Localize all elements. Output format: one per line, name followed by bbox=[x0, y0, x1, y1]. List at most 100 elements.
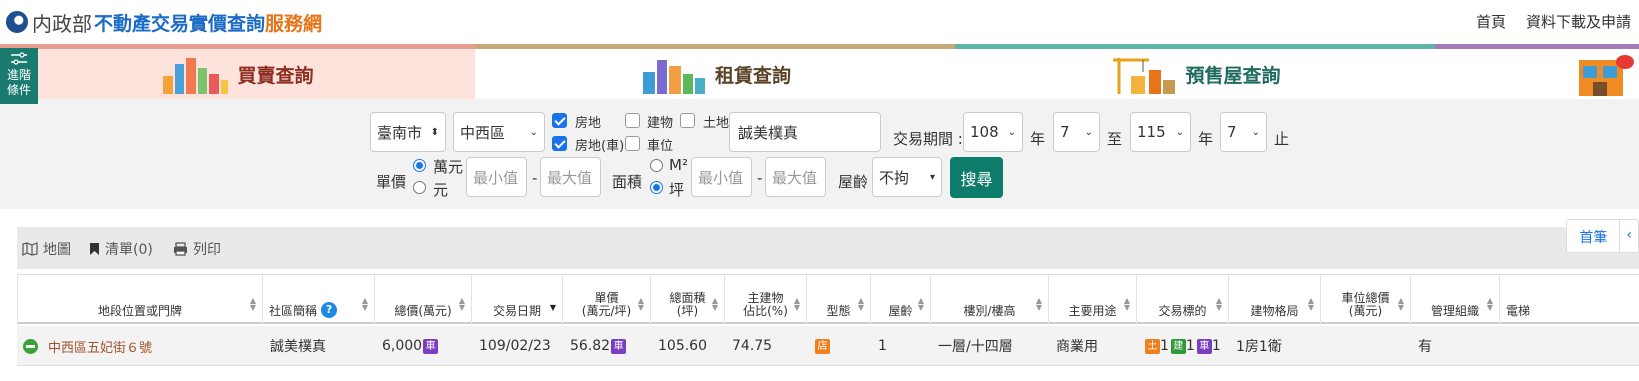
area-min-input[interactable]: 最小值 bbox=[691, 157, 752, 197]
top-nav: 首頁 資料下載及申請 bbox=[1476, 11, 1631, 32]
start-month-select[interactable]: 7 ⌄ bbox=[1053, 112, 1100, 152]
until-label: 止 bbox=[1274, 130, 1290, 148]
table-row[interactable]: 中西區五妃街６號 誠美樸真 6,000 車 109/02/23 56.82 車 10… bbox=[17, 326, 1639, 366]
sort-icon: ▲ ▼ bbox=[1307, 296, 1314, 312]
label-ten-thousand: 萬元 bbox=[433, 158, 464, 176]
col-community[interactable]: 社區簡稱? ▲ ▼ bbox=[262, 275, 374, 325]
checkbox-house-land-car[interactable] bbox=[552, 136, 567, 151]
col-area[interactable]: 總面積 (坪) ▲ ▼ bbox=[650, 275, 724, 325]
col-layout[interactable]: 建物格局 ▲ ▼ bbox=[1228, 275, 1320, 325]
checkbox-parking[interactable] bbox=[625, 136, 640, 151]
area-max-input[interactable]: 最大值 bbox=[765, 157, 826, 197]
map-label: 地圖 bbox=[43, 242, 71, 258]
bookmark-icon bbox=[90, 243, 99, 255]
price-min-placeholder: 最小值 bbox=[473, 168, 519, 187]
checkbox-house-land[interactable] bbox=[552, 113, 567, 128]
col-target[interactable]: 交易標的 ▲ ▼ bbox=[1136, 275, 1228, 325]
age-label: 屋齡 bbox=[838, 173, 869, 191]
sort-icon: ▲ ▼ bbox=[793, 296, 800, 312]
chevron-down-icon: ⌄ bbox=[1084, 126, 1093, 138]
radio-ping[interactable] bbox=[650, 181, 663, 194]
start-month-value: 7 bbox=[1060, 123, 1070, 141]
price-range-dash: - bbox=[532, 169, 538, 187]
checkbox-land[interactable] bbox=[680, 113, 695, 128]
city-buildings-icon bbox=[163, 58, 229, 94]
cell-address[interactable]: 中西區五妃街６號 bbox=[17, 326, 262, 366]
area-max-placeholder: 最大值 bbox=[772, 168, 818, 187]
site-logo[interactable]: 内政部 不動產交易實價查詢 服務網 bbox=[6, 8, 322, 36]
pager: 首筆 ‹ bbox=[1566, 219, 1639, 253]
radio-ten-thousand[interactable] bbox=[413, 159, 426, 172]
start-year-select[interactable]: 108 ⌄ bbox=[963, 112, 1023, 152]
col-date[interactable]: 交易日期 ▼ bbox=[471, 275, 562, 325]
checkbox-building[interactable] bbox=[625, 113, 640, 128]
sort-icon: ▲ ▼ bbox=[1397, 296, 1404, 312]
advanced-filter-button[interactable]: 進階 條件 bbox=[0, 48, 38, 104]
cell-main-ratio: 74.75 bbox=[732, 338, 773, 354]
city-select[interactable]: 臺南市 ⬍ bbox=[370, 112, 446, 152]
price-max-input[interactable]: 最大值 bbox=[540, 157, 601, 197]
advanced-label-line1: 進階 bbox=[6, 68, 31, 82]
end-year-value: 115 bbox=[1137, 123, 1166, 141]
sort-icon: ▲ ▼ bbox=[917, 296, 924, 312]
district-select[interactable]: 中西區 ⌄ bbox=[453, 112, 545, 152]
price-min-input[interactable]: 最小值 bbox=[466, 157, 527, 197]
col-type[interactable]: 型態 ▲ ▼ bbox=[806, 275, 870, 325]
result-toolbar: 地圖 清單(0) 列印 首筆 ‹ bbox=[17, 219, 1639, 269]
nav-home-link[interactable]: 首頁 bbox=[1476, 11, 1506, 32]
query-tabs: 買賣查詢 租賃查詢 預售屋查詢 bbox=[0, 44, 1639, 99]
col-address[interactable]: 地段位置或門牌 ▲ ▼ bbox=[17, 275, 262, 325]
chevron-down-icon: ⌄ bbox=[1175, 126, 1184, 138]
radio-square-meter[interactable] bbox=[650, 159, 663, 172]
radio-yuan[interactable] bbox=[413, 181, 426, 194]
car-badge-icon: 車 bbox=[423, 338, 439, 354]
sliders-icon bbox=[11, 52, 27, 65]
car-badge-icon: 車 bbox=[611, 338, 627, 354]
age-select[interactable]: 不拘 ▾ bbox=[872, 157, 942, 197]
end-year-select[interactable]: 115 ⌄ bbox=[1130, 112, 1191, 152]
label-house-land: 房地 bbox=[575, 116, 602, 131]
sort-icon: ▲ ▼ bbox=[1035, 296, 1042, 312]
shop-badge-icon: 店 bbox=[815, 338, 830, 354]
chevron-down-icon: ⌄ bbox=[1007, 126, 1016, 138]
sort-icon: ▲ ▼ bbox=[1215, 296, 1222, 312]
cell-age: 1 bbox=[878, 338, 887, 354]
nav-download-link[interactable]: 資料下載及申請 bbox=[1526, 11, 1631, 32]
col-usage[interactable]: 主要用途 ▲ ▼ bbox=[1048, 275, 1136, 325]
cell-usage: 商業用 bbox=[1056, 339, 1098, 355]
tab-rent-query[interactable]: 租賃查詢 bbox=[475, 44, 955, 99]
collapse-icon[interactable] bbox=[23, 338, 38, 354]
tab-sale-query[interactable]: 買賣查詢 bbox=[0, 44, 475, 99]
district-value: 中西區 bbox=[460, 123, 506, 142]
col-parking-price[interactable]: 車位總價 (萬元) ▲ ▼ bbox=[1320, 275, 1410, 325]
building-badge-icon: 建 bbox=[1170, 338, 1186, 354]
tab-more[interactable] bbox=[1435, 44, 1639, 99]
end-year-unit: 年 bbox=[1198, 130, 1214, 148]
pager-first-button[interactable]: 首筆 bbox=[1567, 220, 1621, 252]
caret-down-icon: ▾ bbox=[929, 171, 935, 183]
col-management[interactable]: 管理組織 ▲ ▼ bbox=[1410, 275, 1499, 325]
label-building: 建物 bbox=[647, 116, 674, 131]
col-elevator[interactable]: 電梯 bbox=[1499, 275, 1639, 325]
map-button[interactable]: 地圖 bbox=[22, 239, 71, 259]
cell-total-price: 6,000 車 bbox=[374, 326, 471, 366]
col-floor[interactable]: 樓別/樓高 ▲ ▼ bbox=[930, 275, 1048, 325]
end-month-select[interactable]: 7 ⌄ bbox=[1220, 112, 1267, 152]
col-main-ratio[interactable]: 主建物 佔比(%) ▲ ▼ bbox=[724, 275, 806, 325]
tab-sale-label: 買賣查詢 bbox=[237, 64, 314, 87]
label-ping: 坪 bbox=[669, 181, 685, 199]
to-label: 至 bbox=[1107, 130, 1123, 148]
print-button[interactable]: 列印 bbox=[173, 239, 221, 259]
help-icon[interactable]: ? bbox=[321, 302, 338, 318]
tab-presale-query[interactable]: 預售屋查詢 bbox=[955, 44, 1435, 99]
pager-prev-button[interactable]: ‹ bbox=[1620, 220, 1638, 252]
list-button[interactable]: 清單(0) bbox=[89, 239, 153, 259]
col-total-price[interactable]: 總價(萬元) ▲ ▼ bbox=[374, 275, 471, 325]
keyword-input[interactable]: 誠美樸真 bbox=[729, 112, 881, 152]
label-house-land-car: 房地(車) bbox=[575, 139, 625, 154]
price-max-placeholder: 最大值 bbox=[547, 168, 593, 187]
col-age[interactable]: 屋齡 ▲ ▼ bbox=[870, 275, 930, 325]
search-button[interactable]: 搜尋 bbox=[950, 157, 1003, 198]
col-unit-price[interactable]: 單價 (萬元/坪) ▲ ▼ bbox=[562, 275, 650, 325]
area-range-dash: - bbox=[757, 169, 763, 187]
